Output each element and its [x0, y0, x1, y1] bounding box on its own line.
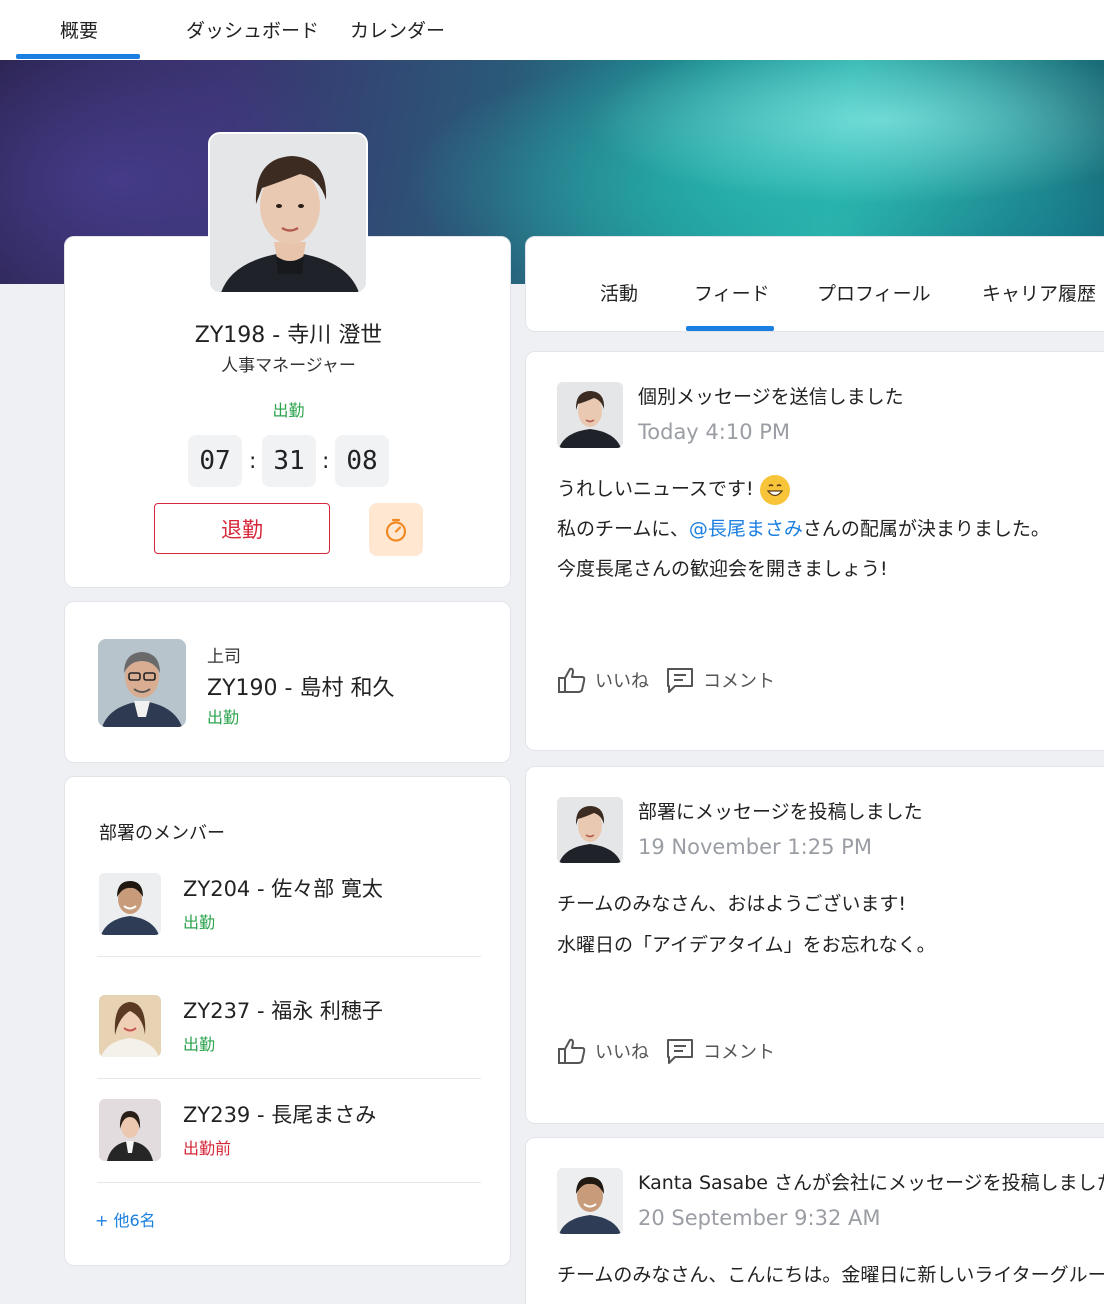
members-title: 部署のメンバー	[99, 823, 225, 844]
comment-icon	[667, 668, 693, 693]
post-title: Kanta Sasabe さんが会社にメッセージを投稿しました	[638, 1172, 1104, 1194]
thumbs-up-icon	[558, 667, 586, 693]
member-avatar	[99, 873, 161, 935]
profile-avatar	[208, 132, 368, 294]
timer-seconds: 08	[335, 435, 389, 487]
manager-status: 出勤	[207, 708, 240, 727]
stopwatch-icon	[385, 518, 407, 542]
member-status: 出勤	[183, 1035, 216, 1054]
feed-post: Kanta Sasabe さんが会社にメッセージを投稿しました 20 Septe…	[525, 1137, 1104, 1304]
grinning-emoji-icon	[759, 474, 790, 505]
list-item[interactable]: ZY237 - 福永 利穂子 出勤	[97, 995, 481, 1099]
manager-avatar	[98, 639, 186, 727]
divider	[97, 956, 481, 957]
attendance-status: 出勤	[272, 401, 305, 420]
comment-button[interactable]: コメント	[665, 1037, 775, 1065]
post-title: 部署にメッセージを投稿しました	[638, 801, 923, 823]
post-author-avatar	[557, 1168, 623, 1234]
timer-separator: :	[322, 449, 330, 474]
post-author-avatar	[557, 382, 623, 448]
profile-id: ZY198	[194, 323, 266, 348]
member-avatar	[99, 1099, 161, 1161]
post-actions: いいね コメント	[557, 666, 791, 694]
feed-post: 部署にメッセージを投稿しました 19 November 1:25 PM チームの…	[525, 766, 1104, 1124]
list-item[interactable]: ZY239 - 長尾まさみ 出勤前	[97, 1099, 481, 1203]
post-actions: いいね コメント	[557, 1037, 791, 1065]
like-button[interactable]: いいね	[557, 1037, 649, 1065]
manager-full-name: 島村 和久	[299, 676, 395, 701]
tab-feed[interactable]: フィード	[694, 279, 770, 306]
checkout-button[interactable]: 退勤	[154, 503, 330, 554]
post-body-line: 水曜日の「アイデアタイム」をお忘れなく。	[557, 934, 936, 956]
post-body-line: チームのみなさん、こんにちは。金曜日に新しいライターグループ	[557, 1264, 1104, 1286]
tab-profile[interactable]: プロフィール	[817, 279, 931, 306]
manager-card: 上司 ZY190 - 島村 和久 出勤	[64, 601, 511, 763]
post-body-line: チームのみなさん、おはようございます!	[557, 893, 907, 915]
manager-label: 上司	[207, 647, 241, 667]
mention-link[interactable]: @長尾まさみ	[689, 518, 803, 540]
post-body-line: うれしいニュースです!	[557, 474, 790, 505]
manager-name[interactable]: ZY190 - 島村 和久	[207, 670, 394, 702]
profile-name: ZY198 - 寺川 澄世	[194, 323, 383, 348]
profile-full-name: 寺川 澄世	[287, 323, 383, 348]
top-nav: 概要 ダッシュボード カレンダー	[0, 0, 1104, 60]
comment-button[interactable]: コメント	[665, 666, 775, 694]
like-button[interactable]: いいね	[557, 666, 649, 694]
tab-overview[interactable]: 概要	[60, 16, 98, 43]
tab-career-history[interactable]: キャリア履歴	[982, 279, 1096, 306]
timer-separator: :	[249, 449, 257, 474]
tab-calendar[interactable]: カレンダー	[350, 16, 445, 43]
timer-hours: 07	[188, 435, 242, 487]
member-status: 出勤	[183, 913, 216, 932]
divider	[97, 1182, 481, 1183]
department-members-card: 部署のメンバー ZY204 - 佐々部 寛太 出勤 ZY237 - 福永 利穂子…	[64, 776, 511, 1266]
tab-dashboard[interactable]: ダッシュボード	[186, 16, 319, 43]
manager-id: ZY190	[207, 676, 278, 701]
feed-tabs-card: 活動 フィード プロフィール キャリア履歴	[525, 236, 1104, 332]
divider	[97, 1078, 481, 1079]
thumbs-up-icon	[558, 1038, 586, 1064]
post-body-line: 今度長尾さんの歓迎会を開きましょう!	[557, 558, 888, 580]
post-title: 個別メッセージを送信しました	[638, 386, 904, 408]
post-timestamp: Today 4:10 PM	[638, 420, 791, 444]
member-name: ZY204 - 佐々部 寛太	[183, 877, 383, 901]
profile-title: 人事マネージャー	[221, 356, 356, 376]
member-status: 出勤前	[183, 1139, 232, 1158]
member-name: ZY237 - 福永 利穂子	[183, 999, 383, 1023]
comment-icon	[667, 1039, 693, 1064]
tab-activity[interactable]: 活動	[600, 279, 638, 306]
post-timestamp: 20 September 9:32 AM	[638, 1206, 881, 1230]
more-members-link[interactable]: + 他6名	[95, 1207, 156, 1231]
member-avatar	[99, 995, 161, 1057]
timer-button[interactable]	[369, 503, 423, 556]
active-tab-indicator	[16, 54, 140, 59]
active-tab-indicator	[686, 326, 774, 331]
member-name: ZY239 - 長尾まさみ	[183, 1103, 377, 1127]
list-item[interactable]: ZY204 - 佐々部 寛太 出勤	[97, 873, 481, 977]
post-author-avatar	[557, 797, 623, 863]
timer-minutes: 31	[262, 435, 316, 487]
post-timestamp: 19 November 1:25 PM	[638, 835, 872, 859]
feed-post: 個別メッセージを送信しました Today 4:10 PM うれしいニュースです!…	[525, 351, 1104, 751]
post-body-line: 私のチームに、@長尾まさみさんの配属が決まりました。	[557, 518, 1050, 540]
